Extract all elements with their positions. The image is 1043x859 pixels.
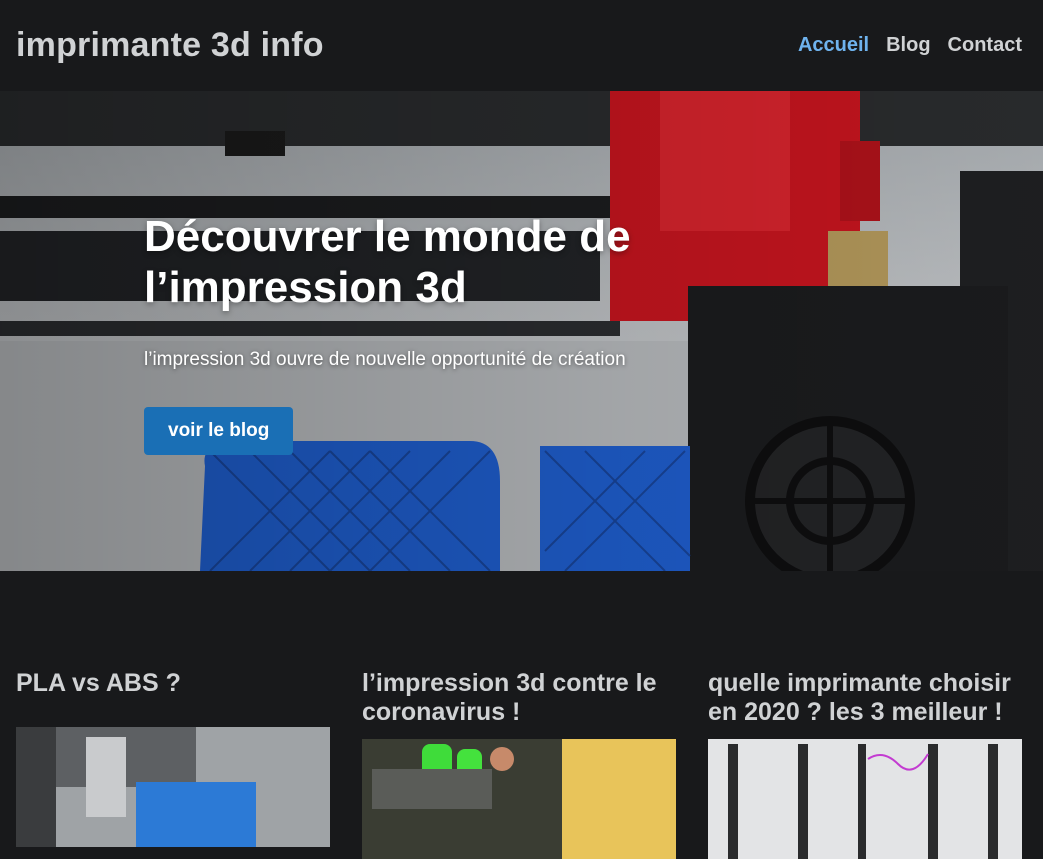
nav-contact[interactable]: Contact xyxy=(948,34,1022,57)
view-blog-button[interactable]: voir le blog xyxy=(144,407,294,455)
site-title[interactable]: imprimante 3d info xyxy=(16,26,324,65)
post-image-pla-abs xyxy=(16,727,330,847)
post-thumbnail[interactable] xyxy=(362,739,676,859)
post-image-printers xyxy=(708,739,1022,859)
post-card: l’impression 3d contre le coronavirus ! xyxy=(362,669,676,859)
nav-blog[interactable]: Blog xyxy=(886,34,930,57)
main-nav: Accueil Blog Contact xyxy=(798,34,1022,57)
hero-subtitle: l’impression 3d ouvre de nouvelle opport… xyxy=(144,349,626,370)
hero-banner: Découvrer le monde de l’impression 3d l’… xyxy=(0,91,1043,571)
post-title[interactable]: l’impression 3d contre le coronavirus ! xyxy=(362,669,676,727)
hero-content: Découvrer le monde de l’impression 3d l’… xyxy=(144,211,704,455)
post-image-coronavirus xyxy=(362,739,676,859)
post-thumbnail[interactable] xyxy=(708,739,1022,859)
site-header: imprimante 3d info Accueil Blog Contact xyxy=(0,0,1043,91)
post-title[interactable]: quelle imprimante choisir en 2020 ? les … xyxy=(708,669,1022,727)
post-thumbnail[interactable] xyxy=(16,727,330,847)
post-grid: PLA vs ABS ? l’impression 3d contre le c… xyxy=(16,669,1022,859)
post-card: PLA vs ABS ? xyxy=(16,669,330,859)
post-card: quelle imprimante choisir en 2020 ? les … xyxy=(708,669,1022,859)
hero-title: Découvrer le monde de l’impression 3d xyxy=(144,212,631,312)
post-title[interactable]: PLA vs ABS ? xyxy=(16,669,330,698)
nav-accueil[interactable]: Accueil xyxy=(798,34,869,57)
